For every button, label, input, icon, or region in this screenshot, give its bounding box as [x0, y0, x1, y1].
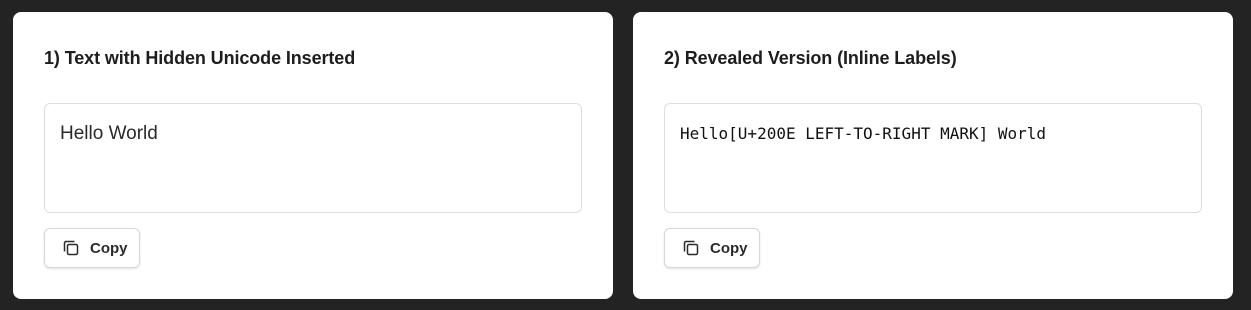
- copy-hidden-text-button[interactable]: Copy: [44, 228, 140, 268]
- copy-revealed-text-button[interactable]: Copy: [664, 228, 760, 268]
- copy-icon: [61, 238, 81, 258]
- revealed-text-output[interactable]: Hello[U+200E LEFT-TO-RIGHT MARK] World: [664, 103, 1202, 213]
- revealed-version-panel: 2) Revealed Version (Inline Labels) Hell…: [633, 12, 1233, 299]
- copy-button-label: Copy: [90, 239, 128, 257]
- panel-title: 2) Revealed Version (Inline Labels): [664, 48, 957, 68]
- panel-title: 1) Text with Hidden Unicode Inserted: [44, 48, 356, 68]
- copy-button-label: Copy: [710, 239, 748, 257]
- hidden-unicode-panel: 1) Text with Hidden Unicode Inserted Hel…: [13, 12, 613, 299]
- hidden-unicode-text-output[interactable]: Hello‎ World: [44, 103, 582, 213]
- copy-icon: [681, 238, 701, 258]
